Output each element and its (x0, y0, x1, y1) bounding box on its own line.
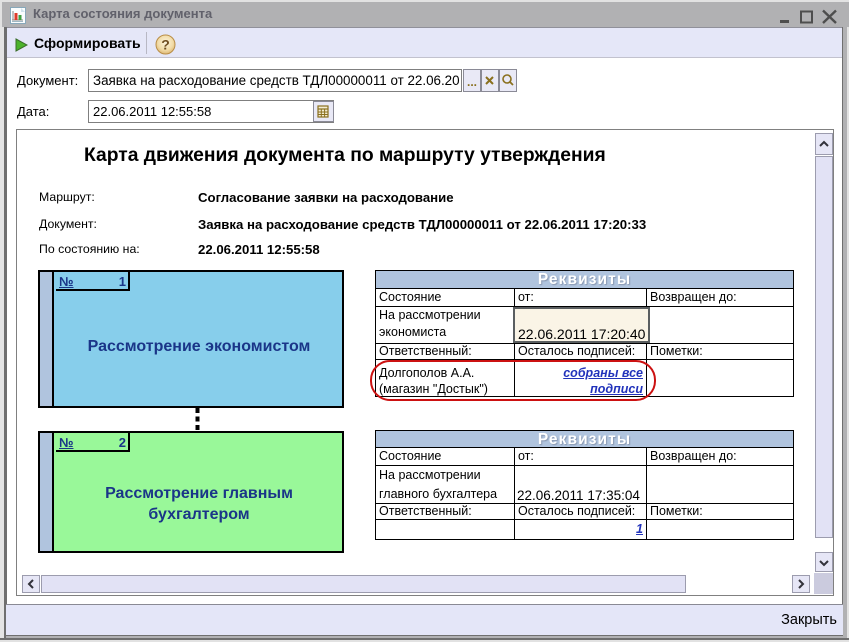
svg-text:...: ... (467, 75, 477, 89)
svg-text:?: ? (161, 37, 170, 53)
